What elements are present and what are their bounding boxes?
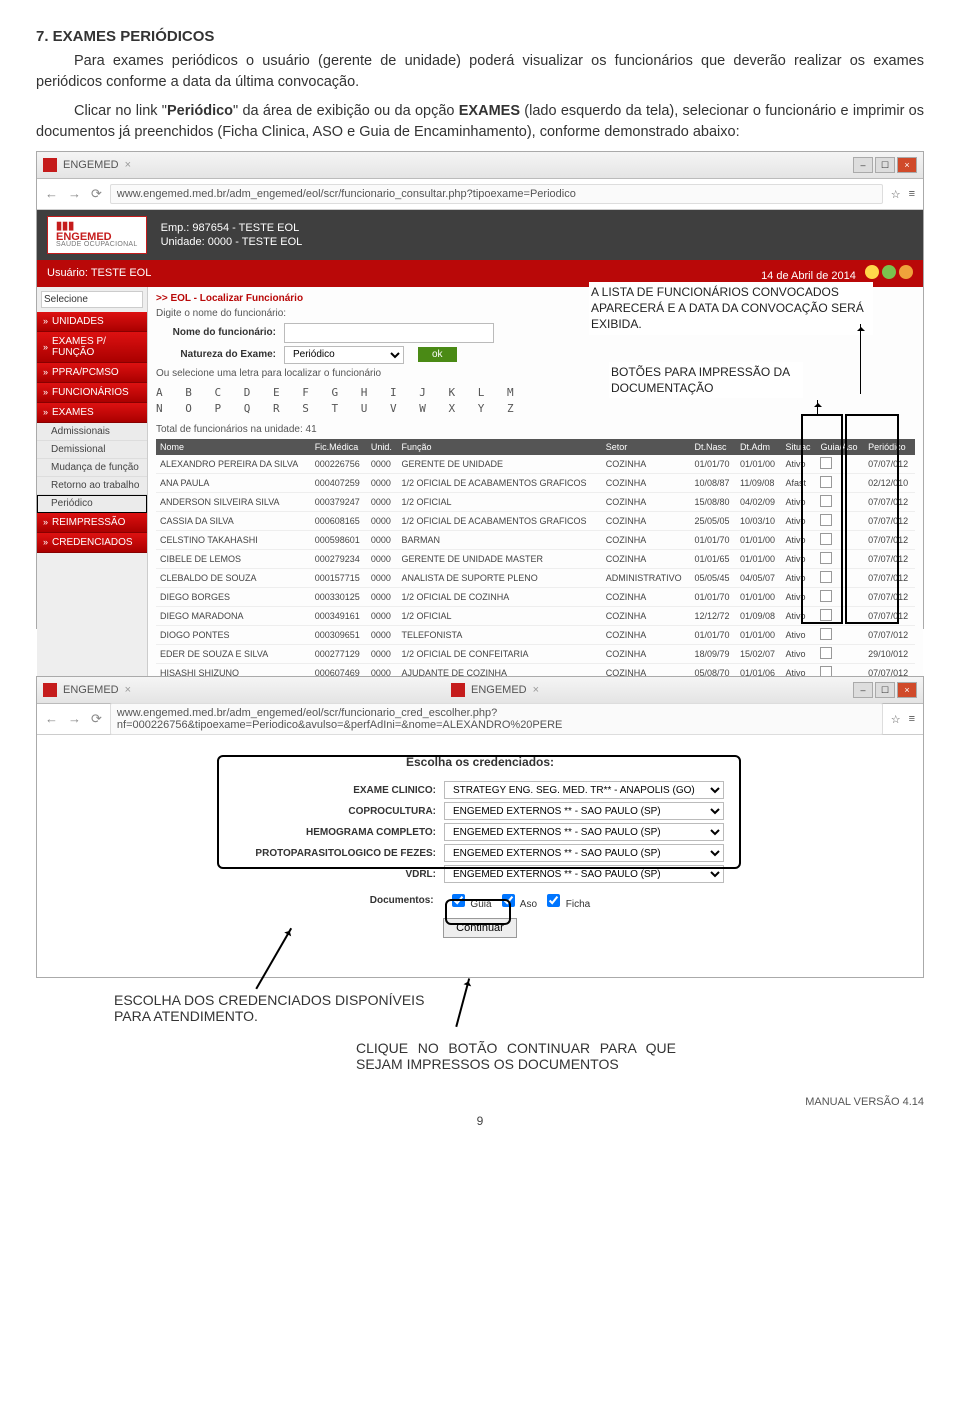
screenshot-1: ENGEMED× –☐× ←→⟳ www.engemed.med.br/adm_… bbox=[36, 151, 924, 629]
doc-icon[interactable] bbox=[820, 476, 832, 488]
reload-icon[interactable]: ⟳ bbox=[91, 186, 102, 202]
doc-icon[interactable] bbox=[820, 457, 832, 469]
sidebar-item-ppra[interactable]: »PPRA/PCMSO bbox=[37, 363, 147, 383]
doc-icon[interactable] bbox=[820, 514, 832, 526]
doc-icon[interactable] bbox=[820, 628, 832, 640]
natureza-select[interactable]: Periódico bbox=[284, 346, 404, 364]
credenciado-select[interactable]: ENGEMED EXTERNOS ** - SAO PAULO (SP) bbox=[444, 802, 724, 820]
paragraph-2: Clicar no link "Periódico" da área de ex… bbox=[36, 101, 924, 143]
logo: ▮▮▮ENGEMEDSAÚDE OCUPACIONAL bbox=[47, 216, 147, 254]
doc-icon[interactable] bbox=[820, 647, 832, 659]
doc-checkbox[interactable] bbox=[452, 894, 465, 907]
sub-periodico[interactable]: Periódico bbox=[37, 495, 147, 513]
sidebar-item-credenciados[interactable]: »CREDENCIADOS bbox=[37, 533, 147, 553]
doc-checkbox[interactable] bbox=[502, 894, 515, 907]
back-icon[interactable]: ← bbox=[45, 186, 58, 202]
sidebar-item-exames-funcao[interactable]: »EXAMES P/ FUNÇÃO bbox=[37, 332, 147, 363]
doc-icon[interactable] bbox=[820, 552, 832, 564]
window-controls[interactable]: –☐× bbox=[853, 682, 917, 698]
credenciado-select[interactable]: STRATEGY ENG. SEG. MED. TR** - ANAPOLIS … bbox=[444, 781, 724, 799]
sidebar: Selecione »UNIDADES »EXAMES P/ FUNÇÃO »P… bbox=[37, 287, 148, 727]
callout-lista: A LISTA DE FUNCIONÁRIOS CONVOCADOS APARE… bbox=[589, 282, 873, 335]
callout-botoes: BOTÕES PARA IMPRESSÃO DA DOCUMENTAÇÃO bbox=[609, 362, 803, 398]
footer-version: MANUAL VERSÃO 4.14 bbox=[36, 1096, 924, 1108]
table-row[interactable]: DIEGO MARADONA00034916100001/2 OFICIALCO… bbox=[156, 606, 915, 625]
callout-escolha: ESCOLHA DOS CREDENCIADOS DISPONÍVEIS PAR… bbox=[114, 992, 454, 1024]
sub-mudanca[interactable]: Mudança de função bbox=[37, 459, 147, 477]
sub-admissionais[interactable]: Admissionais bbox=[37, 423, 147, 441]
doc-icon[interactable] bbox=[820, 609, 832, 621]
sidebar-select[interactable]: Selecione bbox=[41, 291, 143, 308]
nome-input[interactable] bbox=[284, 323, 494, 343]
doc-icon[interactable] bbox=[820, 571, 832, 583]
table-row[interactable]: CASSIA DA SILVA00060816500001/2 OFICIAL … bbox=[156, 511, 915, 530]
sidebar-item-unidades[interactable]: »UNIDADES bbox=[37, 312, 147, 332]
table-row[interactable]: CELSTINO TAKAHASHI0005986010000BARMANCOZ… bbox=[156, 530, 915, 549]
table-row[interactable]: ALEXANDRO PEREIRA DA SILVA0002267560000G… bbox=[156, 455, 915, 474]
sidebar-item-exames[interactable]: »EXAMES bbox=[37, 403, 147, 423]
fwd-icon[interactable]: → bbox=[68, 186, 81, 202]
table-row[interactable]: CIBELE DE LEMOS0002792340000GERENTE DE U… bbox=[156, 549, 915, 568]
screenshot-2: ENGEMED× ENGEMED× –☐× ←→⟳ www.engemed.me… bbox=[36, 676, 924, 978]
window-controls[interactable]: –☐× bbox=[853, 157, 917, 173]
sub-demissional[interactable]: Demissional bbox=[37, 441, 147, 459]
url-field-2[interactable]: www.engemed.med.br/adm_engemed/eol/scr/f… bbox=[110, 703, 883, 735]
table-row[interactable]: CLEBALDO DE SOUZA0001577150000ANALISTA D… bbox=[156, 568, 915, 587]
page-number: 9 bbox=[36, 1114, 924, 1128]
table-row[interactable]: ANDERSON SILVEIRA SILVA00037924700001/2 … bbox=[156, 492, 915, 511]
form2-title: Escolha os credenciados: bbox=[37, 755, 923, 769]
sidebar-item-reimpressao[interactable]: »REIMPRESSÃO bbox=[37, 513, 147, 533]
credenciado-select[interactable]: ENGEMED EXTERNOS ** - SAO PAULO (SP) bbox=[444, 865, 724, 883]
continuar-button[interactable]: Continuar bbox=[443, 918, 517, 938]
section-title: 7. EXAMES PERIÓDICOS bbox=[36, 28, 924, 45]
table-row[interactable]: DIOGO PONTES0003096510000TELEFONISTACOZI… bbox=[156, 625, 915, 644]
table-row[interactable]: DIEGO BORGES00033012500001/2 OFICIAL DE … bbox=[156, 587, 915, 606]
ok-button[interactable]: ok bbox=[418, 347, 457, 362]
sub-retorno[interactable]: Retorno ao trabalho bbox=[37, 477, 147, 495]
table-row[interactable]: ANA PAULA00040725900001/2 OFICIAL DE ACA… bbox=[156, 473, 915, 492]
doc-icon[interactable] bbox=[820, 533, 832, 545]
credenciado-select[interactable]: ENGEMED EXTERNOS ** - SAO PAULO (SP) bbox=[444, 823, 724, 841]
callout-continuar: CLIQUE NO BOTÃO CONTINUAR PARA QUE SEJAM… bbox=[356, 1040, 676, 1072]
table-row[interactable]: EDER DE SOUZA E SILVA00027712900001/2 OF… bbox=[156, 644, 915, 663]
doc-icon[interactable] bbox=[820, 495, 832, 507]
doc-icon[interactable] bbox=[820, 590, 832, 602]
url-field[interactable]: www.engemed.med.br/adm_engemed/eol/scr/f… bbox=[110, 184, 883, 204]
sidebar-item-funcionarios[interactable]: »FUNCIONÁRIOS bbox=[37, 383, 147, 403]
doc-checkbox[interactable] bbox=[547, 894, 560, 907]
paragraph-1: Para exames periódicos o usuário (gerent… bbox=[36, 51, 924, 93]
credenciado-select[interactable]: ENGEMED EXTERNOS ** - SAO PAULO (SP) bbox=[444, 844, 724, 862]
